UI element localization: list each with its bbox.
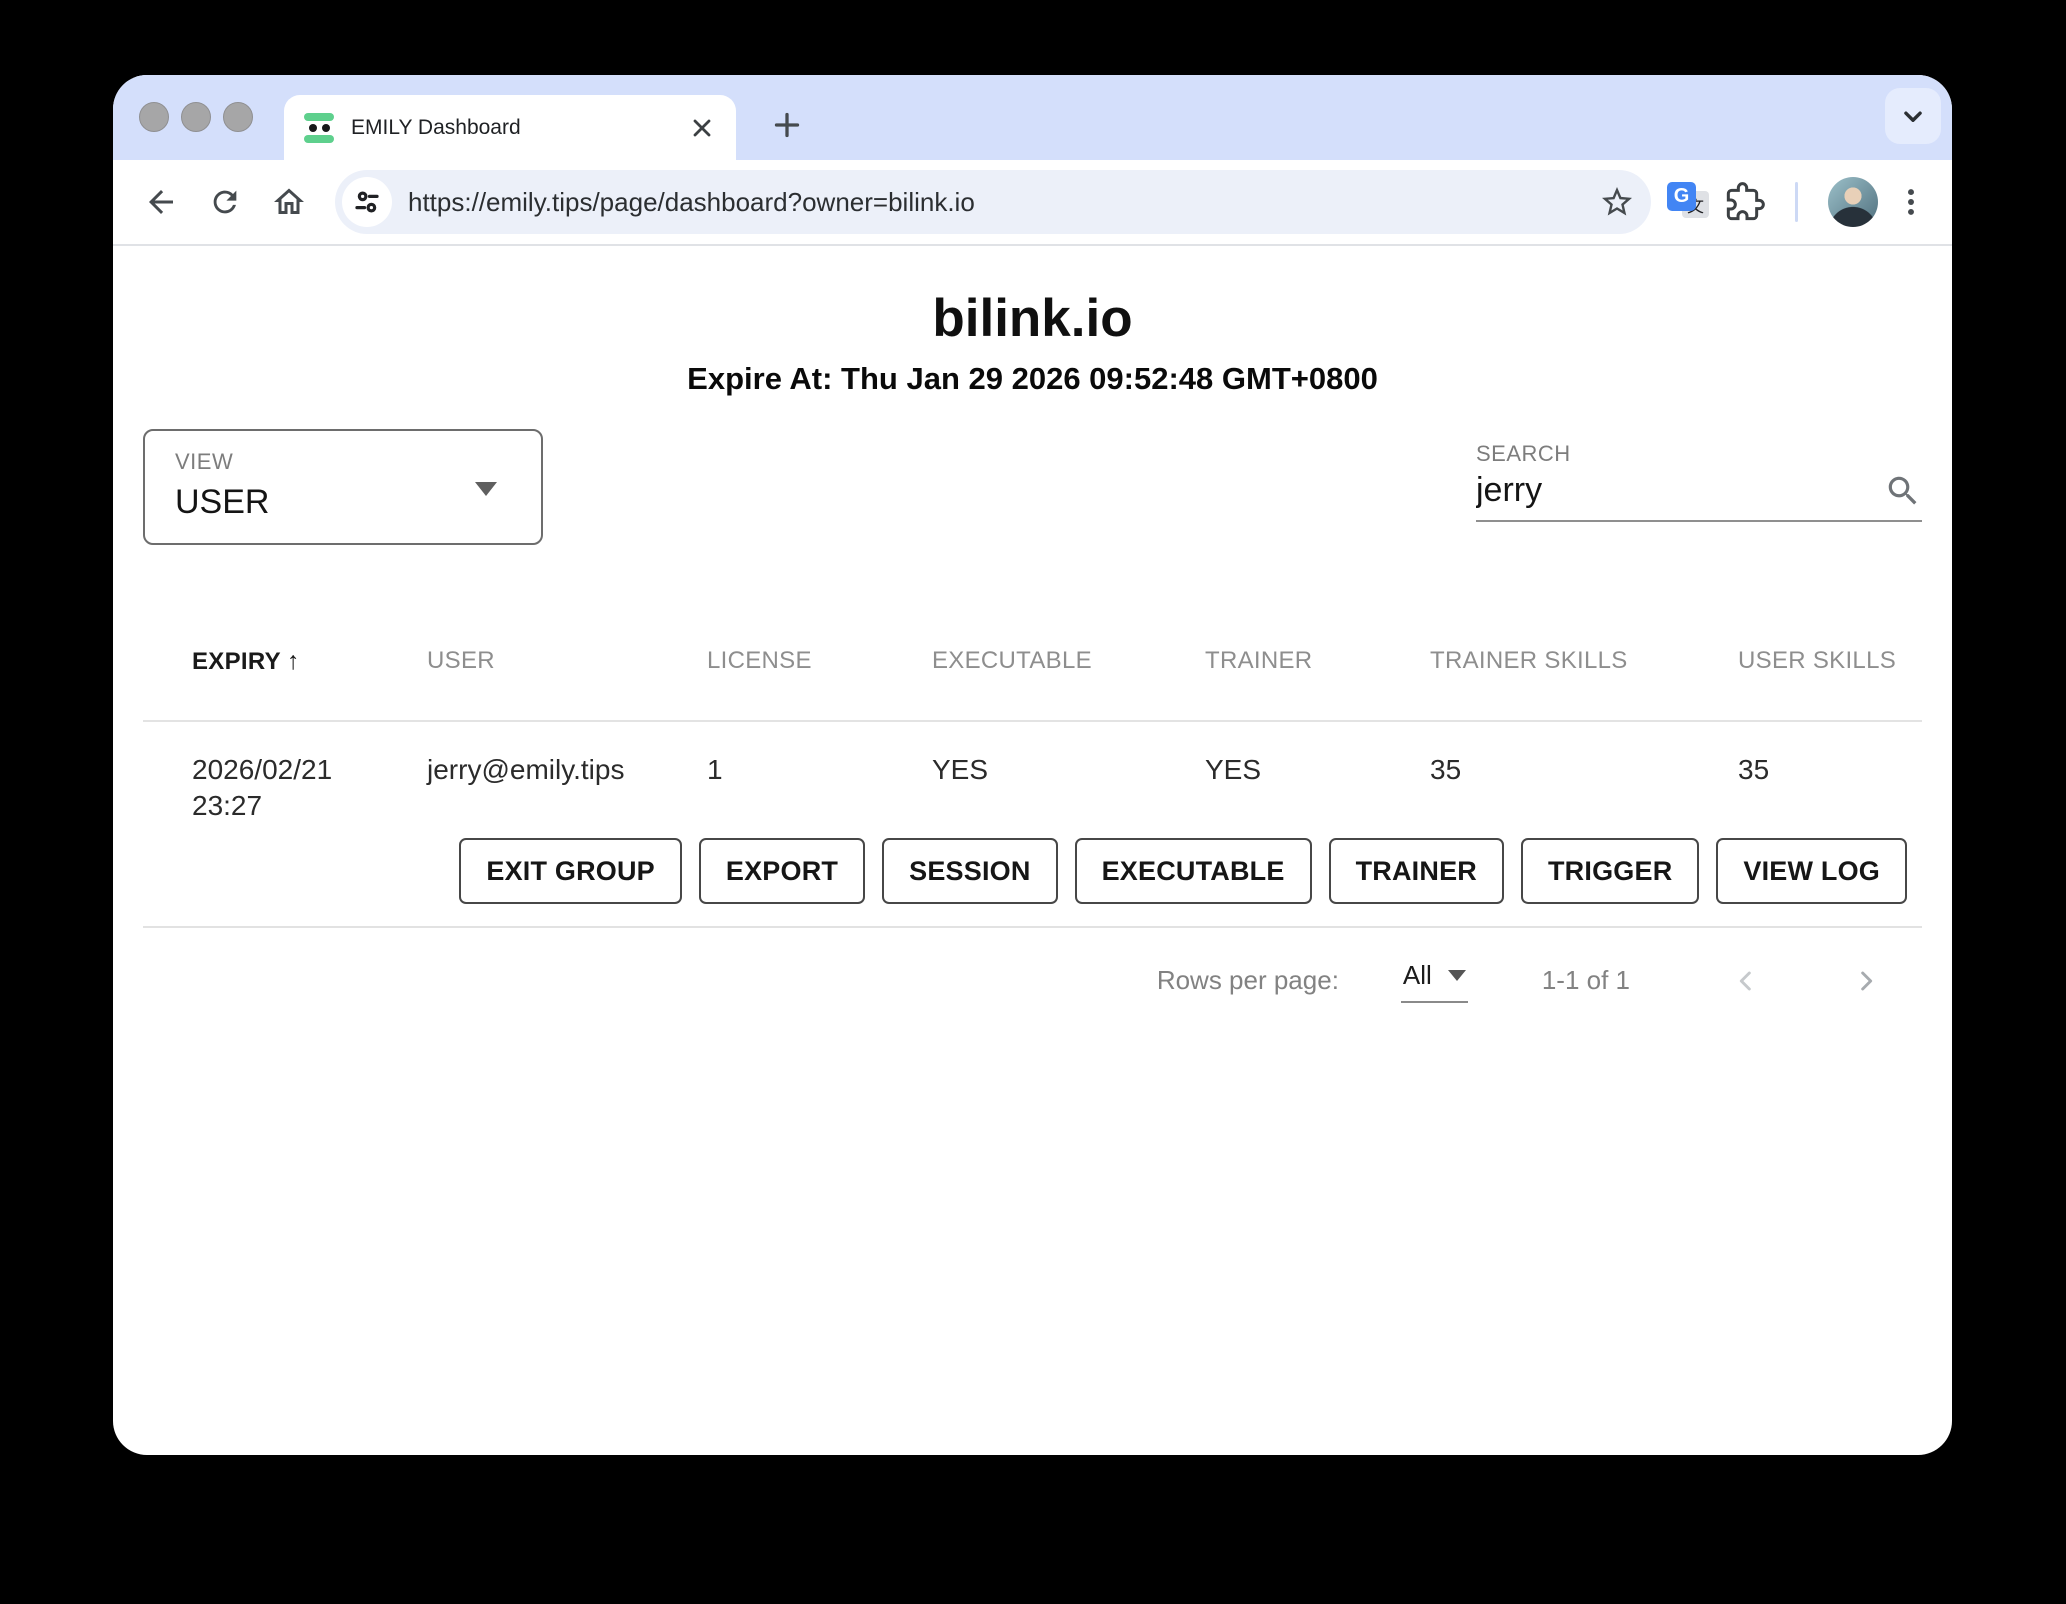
rows-per-page-select[interactable]: All xyxy=(1401,958,1468,1003)
tune-icon xyxy=(352,187,382,217)
cell-executable: YES xyxy=(932,752,1205,788)
cell-trainer-skills: 35 xyxy=(1430,752,1738,788)
column-header-license[interactable]: LICENSE xyxy=(707,647,932,675)
home-button[interactable] xyxy=(265,178,313,226)
new-tab-button[interactable] xyxy=(759,97,815,153)
browser-window: EMILY Dashboard xyxy=(113,75,1952,1455)
extensions-icon[interactable] xyxy=(1725,182,1765,222)
cell-license: 1 xyxy=(707,752,932,788)
cell-expiry: 2026/02/21 23:27 xyxy=(192,752,427,824)
view-dropdown[interactable]: VIEW USER xyxy=(143,429,543,545)
emily-favicon-icon xyxy=(304,113,334,143)
tab-title: EMILY Dashboard xyxy=(351,116,688,140)
select-arrow-icon xyxy=(1448,970,1466,981)
chevron-down-icon xyxy=(1896,99,1930,133)
cell-trainer: YES xyxy=(1205,752,1430,788)
pagination-prev-button[interactable] xyxy=(1730,965,1762,997)
pagination-bar: Rows per page: All 1-1 of 1 xyxy=(143,958,1922,1003)
rows-per-page-label: Rows per page: xyxy=(1157,965,1339,996)
browser-menu-icon[interactable] xyxy=(1894,185,1928,219)
view-label: VIEW xyxy=(175,449,233,474)
controls-row: VIEW USER SEARCH xyxy=(143,429,1922,545)
site-settings-button[interactable] xyxy=(342,177,392,227)
tab-search-button[interactable] xyxy=(1885,88,1941,144)
table-header-row: EXPIRY↑ USER LICENSE EXECUTABLE TRAINER … xyxy=(143,647,1922,722)
page-title: bilink.io xyxy=(143,288,1922,349)
table-row: 2026/02/21 23:27 jerry@emily.tips 1 YES … xyxy=(143,722,1922,928)
dropdown-arrow-icon xyxy=(475,482,497,496)
trigger-button[interactable]: TRIGGER xyxy=(1521,838,1699,904)
traffic-light-minimize[interactable] xyxy=(181,102,211,132)
toolbar-separator xyxy=(1795,182,1798,222)
expire-line: Expire At: Thu Jan 29 2026 09:52:48 GMT+… xyxy=(143,361,1922,397)
chevron-left-icon xyxy=(1730,965,1762,997)
browser-toolbar: https://emily.tips/page/dashboard?owner=… xyxy=(113,160,1952,244)
column-header-expiry[interactable]: EXPIRY↑ xyxy=(192,647,427,676)
browser-tab[interactable]: EMILY Dashboard xyxy=(284,95,736,160)
reload-icon xyxy=(208,185,242,219)
trainer-button[interactable]: TRAINER xyxy=(1329,838,1504,904)
translate-icon[interactable]: 文 G xyxy=(1667,181,1709,223)
profile-avatar[interactable] xyxy=(1828,177,1878,227)
column-header-trainer[interactable]: TRAINER xyxy=(1205,647,1430,675)
column-header-user-skills[interactable]: USER SKILLS xyxy=(1738,647,1922,675)
column-header-executable[interactable]: EXECUTABLE xyxy=(932,647,1205,675)
back-icon xyxy=(143,184,179,220)
search-icon[interactable] xyxy=(1884,472,1922,510)
search-label: SEARCH xyxy=(1476,441,1571,466)
traffic-light-close[interactable] xyxy=(139,102,169,132)
pagination-range: 1-1 of 1 xyxy=(1542,965,1630,996)
column-header-user[interactable]: USER xyxy=(427,647,707,675)
export-button[interactable]: EXPORT xyxy=(699,838,865,904)
chevron-right-icon xyxy=(1850,965,1882,997)
cell-user: jerry@emily.tips xyxy=(427,752,707,788)
sort-ascending-icon: ↑ xyxy=(287,647,300,675)
executable-button[interactable]: EXECUTABLE xyxy=(1075,838,1312,904)
back-button[interactable] xyxy=(137,178,185,226)
column-header-trainer-skills[interactable]: TRAINER SKILLS xyxy=(1430,647,1738,675)
traffic-light-zoom[interactable] xyxy=(223,102,253,132)
view-log-button[interactable]: VIEW LOG xyxy=(1716,838,1907,904)
toolbar-divider xyxy=(113,244,1952,246)
page-content: bilink.io Expire At: Thu Jan 29 2026 09:… xyxy=(113,288,1952,1003)
session-button[interactable]: SESSION xyxy=(882,838,1057,904)
tab-close-icon[interactable] xyxy=(688,114,716,142)
exit-group-button[interactable]: EXIT GROUP xyxy=(459,838,682,904)
search-input[interactable] xyxy=(1476,471,1884,510)
pagination-next-button[interactable] xyxy=(1850,965,1882,997)
tab-strip: EMILY Dashboard xyxy=(113,75,1952,160)
url-text[interactable]: https://emily.tips/page/dashboard?owner=… xyxy=(408,187,1599,218)
search-field: SEARCH xyxy=(1476,441,1922,522)
reload-button[interactable] xyxy=(201,178,249,226)
omnibox[interactable]: https://emily.tips/page/dashboard?owner=… xyxy=(335,170,1651,234)
bookmark-star-icon[interactable] xyxy=(1599,184,1635,220)
window-controls xyxy=(139,102,253,132)
row-actions: EXIT GROUP EXPORT SESSION EXECUTABLE TRA… xyxy=(143,838,1922,904)
cell-user-skills: 35 xyxy=(1738,752,1922,788)
home-icon xyxy=(271,184,307,220)
